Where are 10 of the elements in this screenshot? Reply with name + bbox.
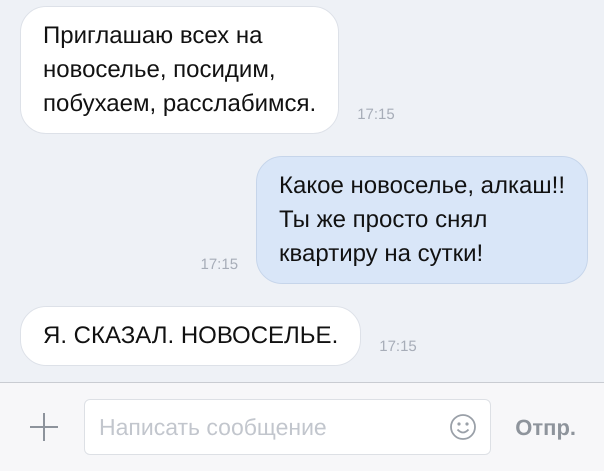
send-button[interactable]: Отпр. bbox=[515, 410, 576, 444]
message-time: 17:15 bbox=[200, 254, 238, 274]
smiley-icon[interactable] bbox=[449, 413, 478, 441]
message-bubble: Приглашаю всех на новоселье, посидим, побухаем, расслабимся. bbox=[20, 6, 340, 134]
message-bubble: Какое новоселье, алкаш!! Ты же просто снял квартиру на сутки! bbox=[256, 156, 588, 284]
plus-icon[interactable] bbox=[28, 411, 60, 443]
message-time: 17:15 bbox=[379, 336, 417, 356]
message-bubble: Я. СКАЗАЛ. НОВОСЕЛЬЕ. bbox=[20, 306, 362, 366]
message-field[interactable]: Написать сообщение bbox=[84, 399, 492, 455]
message-time: 17:15 bbox=[357, 104, 395, 124]
